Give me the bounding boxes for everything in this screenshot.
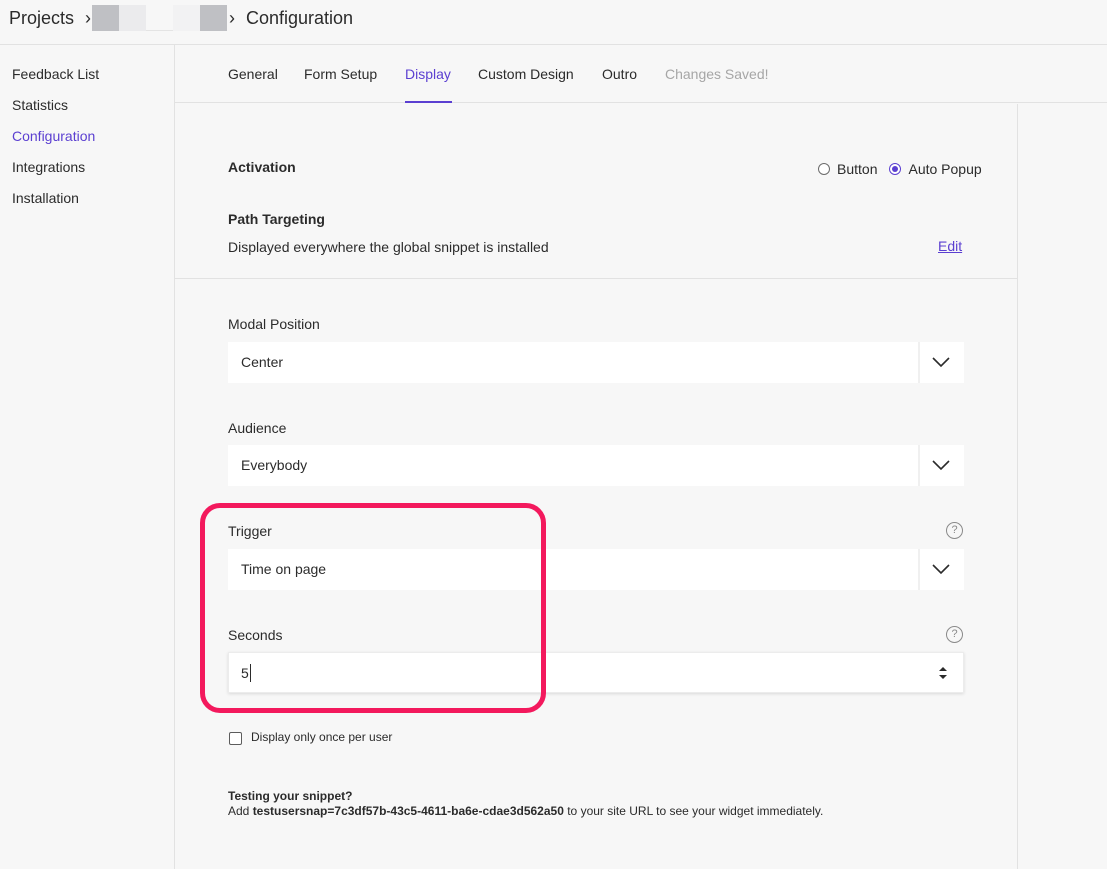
breadcrumb-projects[interactable]: Projects [9, 8, 74, 29]
save-status: Changes Saved! [665, 66, 769, 82]
chevron-down-icon[interactable] [931, 563, 951, 575]
breadcrumb-current: Configuration [246, 8, 354, 28]
redacted-block [119, 5, 146, 31]
tab-outro[interactable]: Outro [602, 66, 637, 82]
tab-custom-design[interactable]: Custom Design [478, 66, 574, 82]
section-divider [175, 278, 1018, 279]
path-targeting-edit-link[interactable]: Edit [938, 238, 962, 254]
display-settings-panel: Activation Button Auto Popup Path Target… [175, 104, 1018, 869]
redacted-block [200, 5, 227, 31]
audience-label: Audience [228, 420, 287, 436]
activation-label: Activation [228, 159, 296, 175]
spinner-arrows-icon[interactable] [938, 666, 948, 680]
testing-suffix: to your site URL to see your widget imme… [563, 804, 824, 818]
select-divider [918, 445, 920, 486]
select-divider [918, 342, 920, 383]
modal-position-select[interactable]: Center [228, 342, 964, 383]
sidebar-item-integrations[interactable]: Integrations [12, 159, 85, 175]
top-bar: Projects › › Configuration [0, 0, 1107, 45]
path-targeting-description: Displayed everywhere the global snippet … [228, 239, 549, 255]
testing-prefix: Add [228, 804, 253, 818]
audience-value: Everybody [241, 457, 308, 473]
breadcrumb-separator: › [85, 8, 91, 28]
chevron-down-icon[interactable] [931, 459, 951, 471]
tab-form-setup[interactable]: Form Setup [304, 66, 377, 82]
radio-button-label[interactable]: Button [837, 161, 877, 177]
radio-auto-popup-label[interactable]: Auto Popup [908, 161, 981, 177]
testing-snippet-title: Testing your snippet? [228, 789, 353, 803]
testing-code: testusersnap=7c3df57b-43c5-4611-ba6e-cda… [252, 804, 564, 818]
modal-position-label: Modal Position [228, 316, 320, 332]
modal-position-value: Center [241, 354, 284, 370]
redacted-block [173, 5, 200, 31]
tab-bar: General Form Setup Display Custom Design… [175, 45, 1107, 103]
select-divider [918, 549, 920, 590]
radio-auto-popup-option[interactable] [889, 163, 902, 175]
testing-snippet-text: Add testusersnap=7c3df57b-43c5-4611-ba6e… [228, 804, 823, 818]
radio-button-option[interactable] [818, 163, 830, 175]
main-content: General Form Setup Display Custom Design… [174, 45, 1107, 869]
tab-display[interactable]: Display [405, 66, 451, 82]
audience-select[interactable]: Everybody [228, 445, 964, 486]
question-circle-icon[interactable]: ? [946, 522, 963, 539]
tab-general[interactable]: General [228, 66, 278, 82]
highlight-annotation [200, 503, 546, 713]
sidebar-item-configuration[interactable]: Configuration [12, 128, 95, 144]
activation-radio-group: Button Auto Popup [818, 159, 994, 179]
redacted-block [146, 5, 173, 31]
breadcrumb-separator: › [229, 8, 235, 28]
active-tab-indicator [405, 101, 452, 103]
chevron-down-icon[interactable] [931, 356, 951, 368]
sidebar-item-installation[interactable]: Installation [12, 190, 79, 206]
display-once-checkbox[interactable] [229, 732, 242, 745]
sidebar: Feedback List Statistics Configuration I… [0, 45, 175, 869]
sidebar-item-feedback-list[interactable]: Feedback List [12, 66, 99, 82]
question-circle-icon[interactable]: ? [946, 626, 963, 643]
display-once-label[interactable]: Display only once per user [251, 730, 392, 744]
path-targeting-label: Path Targeting [228, 211, 325, 227]
sidebar-item-statistics[interactable]: Statistics [12, 97, 68, 113]
redacted-block [92, 5, 119, 31]
